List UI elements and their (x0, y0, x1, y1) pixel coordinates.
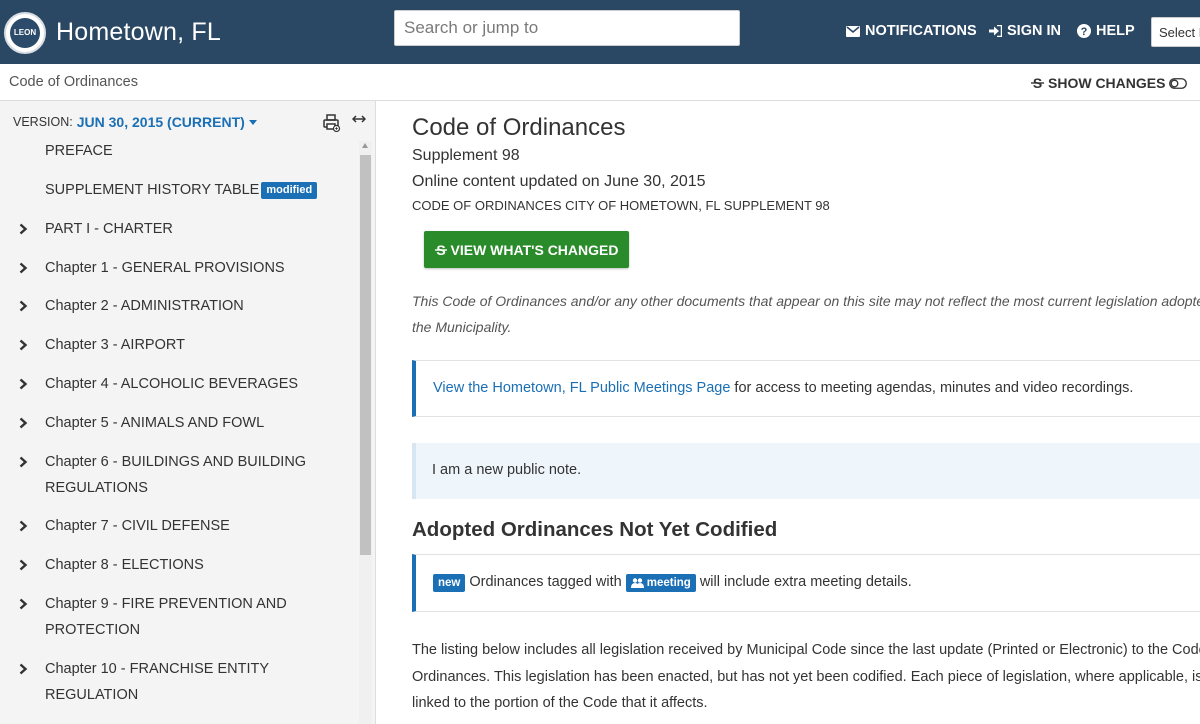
county-seal-logo[interactable]: LEON (4, 12, 46, 54)
sign-in-icon (989, 25, 1002, 37)
show-changes-label: SHOW CHANGES (1048, 75, 1166, 91)
section-heading: Adopted Ordinances Not Yet Codified (412, 518, 778, 541)
toc-item-label: Chapter 1 - GENERAL PROVISIONS (45, 260, 285, 276)
tagged-text-1: Ordinances tagged with (469, 574, 622, 590)
supplement-number: Supplement 98 (412, 147, 520, 164)
strikethrough-s-icon: S (1031, 76, 1044, 90)
logo-text: LEON (10, 18, 40, 48)
sidebar-scrollbar[interactable] (359, 141, 372, 724)
google-translate-select[interactable]: Select Language (1151, 17, 1200, 47)
toc-item[interactable]: Chapter 10 - FRANCHISE ENTITY REGULATION (0, 656, 356, 708)
envelope-icon (846, 25, 860, 37)
chevron-right-icon[interactable] (19, 378, 28, 390)
chevron-right-icon[interactable] (19, 223, 28, 235)
toc-item-label: Chapter 10 - FRANCHISE ENTITY REGULATION (45, 661, 269, 703)
chevron-right-icon[interactable] (19, 262, 28, 274)
help-label: HELP (1096, 23, 1135, 39)
chevron-right-icon[interactable] (19, 300, 28, 312)
toc-item[interactable]: Chapter 4 - ALCOHOLIC BEVERAGES (0, 371, 356, 397)
question-circle-icon: ? (1077, 24, 1091, 38)
top-header: LEON Hometown, FL NOTIFICATIONS SIGN IN … (0, 0, 1200, 64)
meetings-callout: View the Hometown, FL Public Meetings Pa… (412, 360, 1200, 417)
public-note: I am a new public note. (412, 443, 1200, 499)
meeting-tag-label: meeting (646, 577, 691, 589)
disclaimer-text: This Code of Ordinances and/or any other… (412, 293, 1200, 335)
chevron-right-icon[interactable] (19, 456, 28, 468)
toc-item[interactable]: Chapter 1 - GENERAL PROVISIONS (0, 255, 356, 281)
toc-item-label: Chapter 2 - ADMINISTRATION (45, 298, 244, 314)
toc-item[interactable]: Chapter 8 - ELECTIONS (0, 552, 356, 578)
toc-item-label: Chapter 3 - AIRPORT (45, 337, 185, 353)
toc-item[interactable]: Chapter 3 - AIRPORT (0, 332, 356, 358)
toc-item[interactable]: Chapter 5 - ANIMALS AND FOWL (0, 410, 356, 436)
toc-item-label: Chapter 5 - ANIMALS AND FOWL (45, 415, 265, 431)
chevron-right-icon[interactable] (19, 417, 28, 429)
toc-item-label: Chapter 7 - CIVIL DEFENSE (45, 518, 230, 534)
toc-item-label: PREFACE (45, 143, 113, 159)
public-meetings-link[interactable]: View the Hometown, FL Public Meetings Pa… (433, 380, 730, 396)
show-changes-toggle[interactable]: S SHOW CHANGES (1031, 75, 1188, 91)
modified-badge: modified (261, 182, 318, 199)
toc-item-label: Chapter 6 - BUILDINGS AND BUILDING REGUL… (45, 454, 307, 496)
view-whats-changed-label: VIEW WHAT'S CHANGED (450, 241, 619, 258)
chevron-right-icon[interactable] (19, 598, 28, 610)
toc-item-label: Chapter 8 - ELECTIONS (45, 557, 204, 573)
version-selector[interactable]: VERSION: JUN 30, 2015 (CURRENT) (13, 114, 257, 130)
site-title[interactable]: Hometown, FL (56, 18, 221, 47)
caret-down-icon (248, 119, 257, 125)
meeting-tag: meeting (625, 574, 696, 592)
view-whats-changed-button[interactable]: S VIEW WHAT'S CHANGED (424, 231, 629, 268)
listing-description: The listing below includes all legislati… (412, 642, 1200, 711)
breadcrumb[interactable]: Code of Ordinances (9, 74, 138, 90)
new-badge: new (433, 574, 466, 592)
version-label: VERSION: (13, 115, 73, 129)
toc-item[interactable]: PART I - CHARTER (0, 216, 356, 242)
toc-item-label: Chapter 9 - FIRE PREVENTION AND PROTECTI… (45, 596, 287, 638)
chevron-right-icon[interactable] (19, 339, 28, 351)
toc-item[interactable]: PREFACE (0, 138, 356, 164)
toc-item[interactable]: Chapter 6 - BUILDINGS AND BUILDING REGUL… (0, 449, 356, 501)
strikethrough-s-icon: S (434, 243, 447, 257)
page-title: Code of Ordinances (412, 114, 626, 141)
chevron-right-icon[interactable] (19, 520, 28, 532)
notifications-label: NOTIFICATIONS (865, 23, 977, 39)
scrollbar-thumb[interactable] (360, 155, 371, 555)
toc-item-label: SUPPLEMENT HISTORY TABLE (45, 182, 260, 198)
toc-item[interactable]: SUPPLEMENT HISTORY TABLE modified (0, 177, 356, 203)
toc-item[interactable]: Chapter 9 - FIRE PREVENTION AND PROTECTI… (0, 591, 356, 643)
toc-item-label: PART I - CHARTER (45, 221, 173, 237)
updated-date: Online content updated on June 30, 2015 (412, 173, 706, 190)
toggle-switch-icon (1169, 77, 1188, 89)
help-link[interactable]: ? HELP (1077, 23, 1135, 39)
print-icon[interactable] (323, 114, 341, 132)
toc-sidebar: VERSION: JUN 30, 2015 (CURRENT) PREFACE S… (0, 101, 376, 724)
search-input[interactable] (394, 10, 740, 46)
users-icon (630, 578, 644, 588)
sign-in-label: SIGN IN (1007, 23, 1061, 39)
meetings-description: for access to meeting agendas, minutes a… (730, 380, 1134, 396)
tag-info-callout: new Ordinances tagged with meeting will … (412, 554, 1200, 612)
chevron-right-icon[interactable] (19, 559, 28, 571)
code-subtitle: CODE OF ORDINANCES CITY OF HOMETOWN, FL … (412, 198, 830, 213)
version-value: JUN 30, 2015 (CURRENT) (76, 114, 245, 130)
expand-width-icon[interactable] (352, 114, 366, 124)
notifications-link[interactable]: NOTIFICATIONS (846, 23, 977, 39)
translate-label: Select Language (1159, 24, 1200, 40)
scroll-up-arrow-icon[interactable] (362, 143, 368, 148)
toc-item[interactable]: Chapter 7 - CIVIL DEFENSE (0, 513, 356, 539)
chevron-right-icon[interactable] (19, 663, 28, 675)
sign-in-link[interactable]: SIGN IN (989, 23, 1061, 39)
toc-item-label: Chapter 4 - ALCOHOLIC BEVERAGES (45, 376, 299, 392)
svg-text:?: ? (1081, 26, 1088, 38)
toc-item[interactable]: Chapter 2 - ADMINISTRATION (0, 293, 356, 319)
tagged-text-2: will include extra meeting details. (699, 574, 912, 590)
